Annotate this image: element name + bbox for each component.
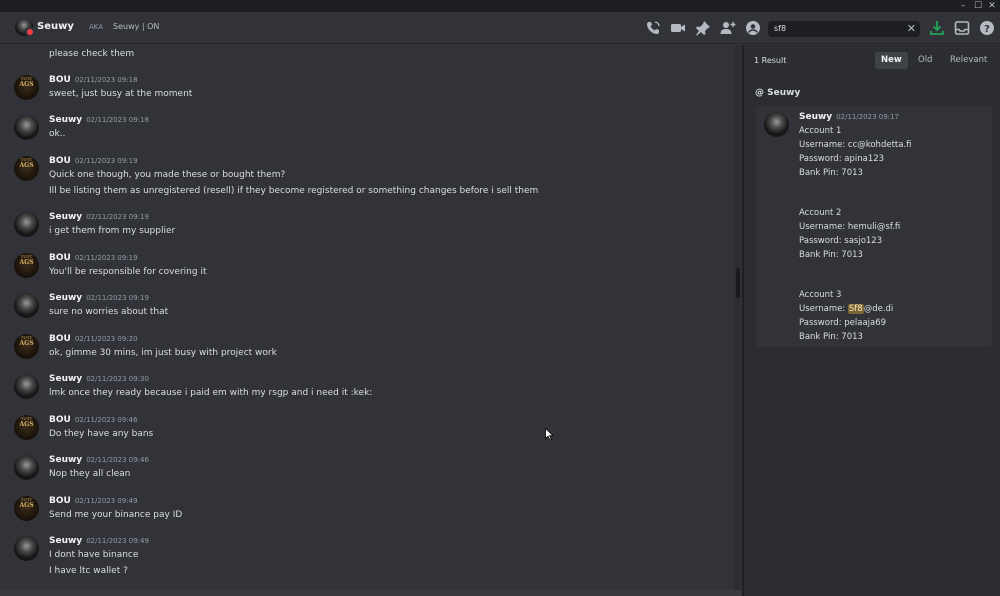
message-text: lmk once they ready because i paid em wi… [49, 388, 373, 398]
message-text: sweet, just busy at the moment [49, 89, 193, 99]
message-author[interactable]: BOU 02/11/2023 09:18 [49, 75, 138, 85]
message-text: Send me your binance pay ID [49, 510, 183, 520]
message-author[interactable]: Seuwy 02/11/2023 09:30 [49, 374, 149, 384]
message-timestamp: 02/11/2023 09:18 [74, 76, 138, 84]
avatar[interactable] [764, 112, 789, 137]
message-author[interactable]: BOU 02/11/2023 09:19 [49, 156, 138, 166]
pin-icon[interactable] [695, 20, 711, 36]
search-result[interactable]: Seuwy 02/11/2023 09:17 Account 1 Username… [756, 105, 992, 347]
result-channel[interactable]: @ Seuwy [755, 88, 800, 98]
message-timestamp: 02/11/2023 09:20 [74, 335, 138, 343]
message-author[interactable]: Seuwy 02/11/2023 09:17 [799, 112, 899, 122]
chat-area[interactable]: please check them TUTT AGS BOU 02/11/2023 … [0, 45, 742, 596]
message-text: I dont have binance [49, 550, 139, 560]
video-icon[interactable] [670, 20, 686, 36]
avatar[interactable] [14, 212, 39, 237]
tab-old[interactable]: Old [912, 52, 938, 69]
avatar[interactable]: TUTT AGS [14, 75, 39, 100]
message-author[interactable]: Seuwy 02/11/2023 09:19 [49, 293, 149, 303]
message-author[interactable]: Seuwy 02/11/2023 09:46 [49, 455, 149, 465]
search-input[interactable]: sf8 ✕ [768, 21, 920, 37]
avatar[interactable]: TUTT AGS [14, 415, 39, 440]
message-text: Quick one though, you made these or boug… [49, 170, 286, 180]
chat-scrollbar[interactable] [735, 45, 741, 590]
message-author[interactable]: Seuwy 02/11/2023 09:49 [49, 536, 149, 546]
message-text: I have ltc wallet ? [49, 566, 128, 576]
account-2-username: Username: hemuli@sf.fi [799, 222, 901, 232]
message-timestamp: 02/11/2023 09:19 [74, 157, 138, 165]
avatar[interactable]: TUTT AGS [14, 496, 39, 521]
avatar[interactable]: TUTT AGS [14, 156, 39, 181]
aka-value: Seuwy | ON [113, 22, 160, 31]
account-1-title: Account 1 [799, 126, 842, 136]
avatar[interactable] [14, 536, 39, 561]
message-timestamp: 02/11/2023 09:17 [836, 113, 899, 121]
message-author[interactable]: BOU 02/11/2023 09:49 [49, 496, 138, 506]
dm-header: Seuwy AKA Seuwy | ON sf8 ✕ ? [0, 12, 1000, 44]
avatar[interactable] [14, 293, 39, 318]
account-3-title: Account 3 [799, 290, 842, 300]
phone-icon[interactable] [645, 20, 661, 36]
avatar[interactable] [15, 18, 35, 37]
message-timestamp: 02/11/2023 09:19 [74, 254, 138, 262]
avatar[interactable] [14, 374, 39, 399]
message-author[interactable]: Seuwy 02/11/2023 09:19 [49, 212, 149, 222]
message-author[interactable]: BOU 02/11/2023 09:46 [49, 415, 138, 425]
window-titlebar: – ☐ ✕ [0, 0, 1000, 12]
account-3-password: Password: pelaaja69 [799, 318, 887, 328]
dm-user-name[interactable]: Seuwy [37, 21, 74, 32]
account-1-password: Password: apina123 [799, 154, 885, 164]
message-author[interactable]: BOU 02/11/2023 09:19 [49, 253, 138, 263]
message-timestamp: 02/11/2023 09:18 [86, 116, 149, 124]
account-3-pin: Bank Pin: 7013 [799, 332, 863, 342]
message-text: ok, gimme 30 mins, im just busy with pro… [49, 348, 277, 358]
inbox-icon[interactable] [954, 20, 970, 36]
tab-new[interactable]: New [875, 52, 908, 69]
close-window-button[interactable]: ✕ [982, 0, 1000, 12]
clear-search-icon[interactable]: ✕ [907, 22, 916, 35]
message-composer[interactable] [0, 590, 742, 596]
account-2-title: Account 2 [799, 208, 842, 218]
message-timestamp: 02/11/2023 09:49 [74, 497, 138, 505]
avatar[interactable] [14, 455, 39, 480]
svg-text:?: ? [984, 24, 990, 35]
tab-relevant[interactable]: Relevant [944, 52, 993, 69]
search-results-panel: 1 Result New Old Relevant @ Seuwy Seuwy 0… [744, 45, 1000, 596]
profile-icon[interactable] [745, 20, 761, 36]
message-text: i get them from my supplier [49, 226, 176, 236]
download-icon[interactable] [929, 20, 945, 36]
search-highlight: Sf8 [847, 304, 864, 314]
help-icon[interactable]: ? [979, 20, 995, 36]
message-timestamp: 02/11/2023 09:19 [86, 294, 149, 302]
add-friend-icon[interactable] [720, 20, 736, 36]
message-text: ok.. [49, 129, 66, 139]
message-text: Do they have any bans [49, 429, 154, 439]
message-text: You'll be responsible for covering it [49, 267, 207, 277]
avatar[interactable]: TUTT AGS [14, 334, 39, 359]
message-author[interactable]: BOU 02/11/2023 09:20 [49, 334, 138, 344]
message-text: please check them [49, 49, 135, 59]
account-1-pin: Bank Pin: 7013 [799, 168, 863, 178]
avatar[interactable] [14, 115, 39, 140]
avatar[interactable]: TUTT AGS [14, 253, 39, 278]
account-2-pin: Bank Pin: 7013 [799, 250, 863, 260]
message-timestamp: 02/11/2023 09:46 [86, 456, 149, 464]
message-text: sure no worries about that [49, 307, 169, 317]
aka-label: AKA [89, 23, 104, 31]
message-timestamp: 02/11/2023 09:49 [86, 537, 149, 545]
account-1-username: Username: cc@kohdetta.fi [799, 140, 912, 150]
account-2-password: Password: sasjo123 [799, 236, 883, 246]
result-count: 1 Result [754, 56, 787, 65]
chat-scrollbar-thumb[interactable] [736, 268, 740, 298]
message-timestamp: 02/11/2023 09:19 [86, 213, 149, 221]
message-text: Ill be listing them as unregistered (res… [49, 186, 539, 196]
message-timestamp: 02/11/2023 09:30 [86, 375, 149, 383]
message-text: Nop they all clean [49, 469, 131, 479]
account-3-username: Username: Sf8@de.di [799, 304, 894, 314]
message-timestamp: 02/11/2023 09:46 [74, 416, 138, 424]
dnd-status-icon [25, 27, 35, 37]
search-value: sf8 [774, 24, 787, 33]
message-author[interactable]: Seuwy 02/11/2023 09:18 [49, 115, 149, 125]
